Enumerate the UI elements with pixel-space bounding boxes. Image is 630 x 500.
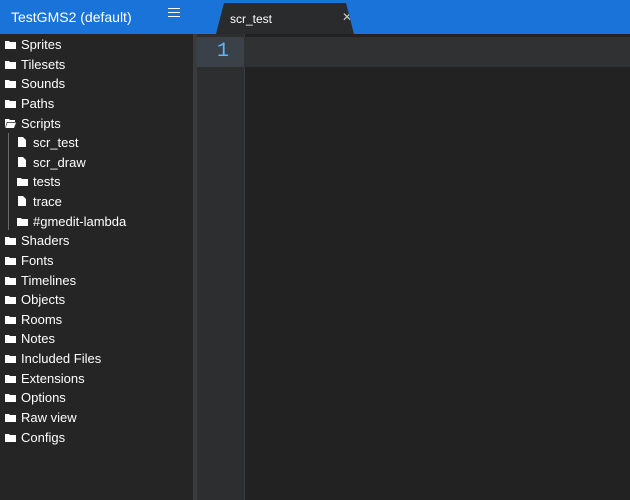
tab-scr-test[interactable]: scr_test ✕	[216, 3, 354, 34]
tree-item-raw-view[interactable]: Raw view	[5, 408, 77, 426]
folder-icon	[5, 276, 16, 285]
tree-item-included-files[interactable]: Included Files	[5, 349, 101, 367]
project-title: TestGMS2 (default)	[11, 9, 132, 25]
folder-icon	[5, 256, 16, 265]
tree-item-scripts[interactable]: Scripts	[5, 114, 61, 132]
folder-icon	[5, 334, 16, 343]
tree-item-label: Timelines	[21, 272, 77, 288]
tree-item-label: trace	[33, 193, 62, 209]
tree-item-rooms[interactable]: Rooms	[5, 310, 62, 328]
tree-item-objects[interactable]: Objects	[5, 290, 65, 308]
tree-item-gmedit-lambda[interactable]: #gmedit-lambda	[17, 212, 126, 230]
folder-icon	[5, 433, 16, 442]
folder-icon	[17, 177, 28, 186]
tree-item-label: Fonts	[21, 252, 54, 268]
tree-item-label: scr_test	[33, 134, 79, 150]
tab-label: scr_test	[230, 12, 273, 26]
folder-icon	[5, 40, 16, 49]
tree-item-configs[interactable]: Configs	[5, 428, 65, 446]
tree-item-label: Shaders	[21, 232, 70, 248]
tree-item-trace[interactable]: trace	[17, 192, 62, 210]
tree-item-label: Raw view	[21, 409, 77, 425]
tree-item-label: Scripts	[21, 115, 61, 131]
tree-item-shaders[interactable]: Shaders	[5, 231, 69, 249]
folder-icon	[5, 374, 16, 383]
tree-item-sprites[interactable]: Sprites	[5, 35, 61, 53]
tree-item-label: scr_draw	[33, 154, 86, 170]
tree-item-label: Options	[21, 389, 66, 405]
file-icon	[18, 137, 26, 147]
file-icon	[18, 157, 26, 167]
tree-item-label: Sprites	[21, 36, 62, 52]
tree-item-label: #gmedit-lambda	[33, 213, 127, 229]
folder-open-icon	[5, 118, 16, 128]
menu-icon[interactable]	[168, 8, 180, 20]
folder-icon	[5, 413, 16, 422]
folder-icon	[5, 99, 16, 108]
tree-item-scr-draw[interactable]: scr_draw	[17, 153, 86, 171]
folder-icon	[5, 79, 16, 88]
folder-icon	[5, 295, 16, 304]
tree-item-options[interactable]: Options	[5, 388, 66, 406]
tree-item-label: Tilesets	[21, 56, 66, 72]
folder-icon	[5, 354, 16, 363]
tree-item-label: Objects	[21, 291, 66, 307]
tree-item-label: Sounds	[21, 75, 66, 91]
tree-item-scr-test[interactable]: scr_test	[17, 133, 79, 151]
folder-icon	[5, 315, 16, 324]
tree-item-label: Extensions	[21, 370, 85, 386]
folder-icon	[17, 217, 28, 226]
tree-item-fonts[interactable]: Fonts	[5, 251, 54, 269]
active-line-highlight	[197, 37, 630, 67]
tree-item-label: tests	[33, 173, 61, 189]
tree-item-tilesets[interactable]: Tilesets	[5, 55, 65, 73]
line-number: 1	[217, 40, 230, 63]
tree-item-label: Notes	[21, 330, 55, 346]
tree-item-tests[interactable]: tests	[17, 172, 60, 190]
tree-item-label: Paths	[21, 95, 55, 111]
tree-item-extensions[interactable]: Extensions	[5, 369, 85, 387]
code-editor[interactable]	[197, 34, 630, 500]
tree-item-sounds[interactable]: Sounds	[5, 74, 65, 92]
tree-item-notes[interactable]: Notes	[5, 329, 55, 347]
file-icon	[18, 196, 26, 206]
folder-icon	[5, 236, 16, 245]
tree-item-label: Configs	[21, 429, 66, 445]
folder-icon	[5, 60, 16, 69]
line-gutter	[197, 34, 245, 500]
tree-guide-line	[8, 133, 9, 230]
tree-item-paths[interactable]: Paths	[5, 94, 54, 112]
folder-icon	[5, 393, 16, 402]
tree-item-label: Rooms	[21, 311, 63, 327]
tree-item-timelines[interactable]: Timelines	[5, 271, 76, 289]
tree-item-label: Included Files	[21, 350, 102, 366]
